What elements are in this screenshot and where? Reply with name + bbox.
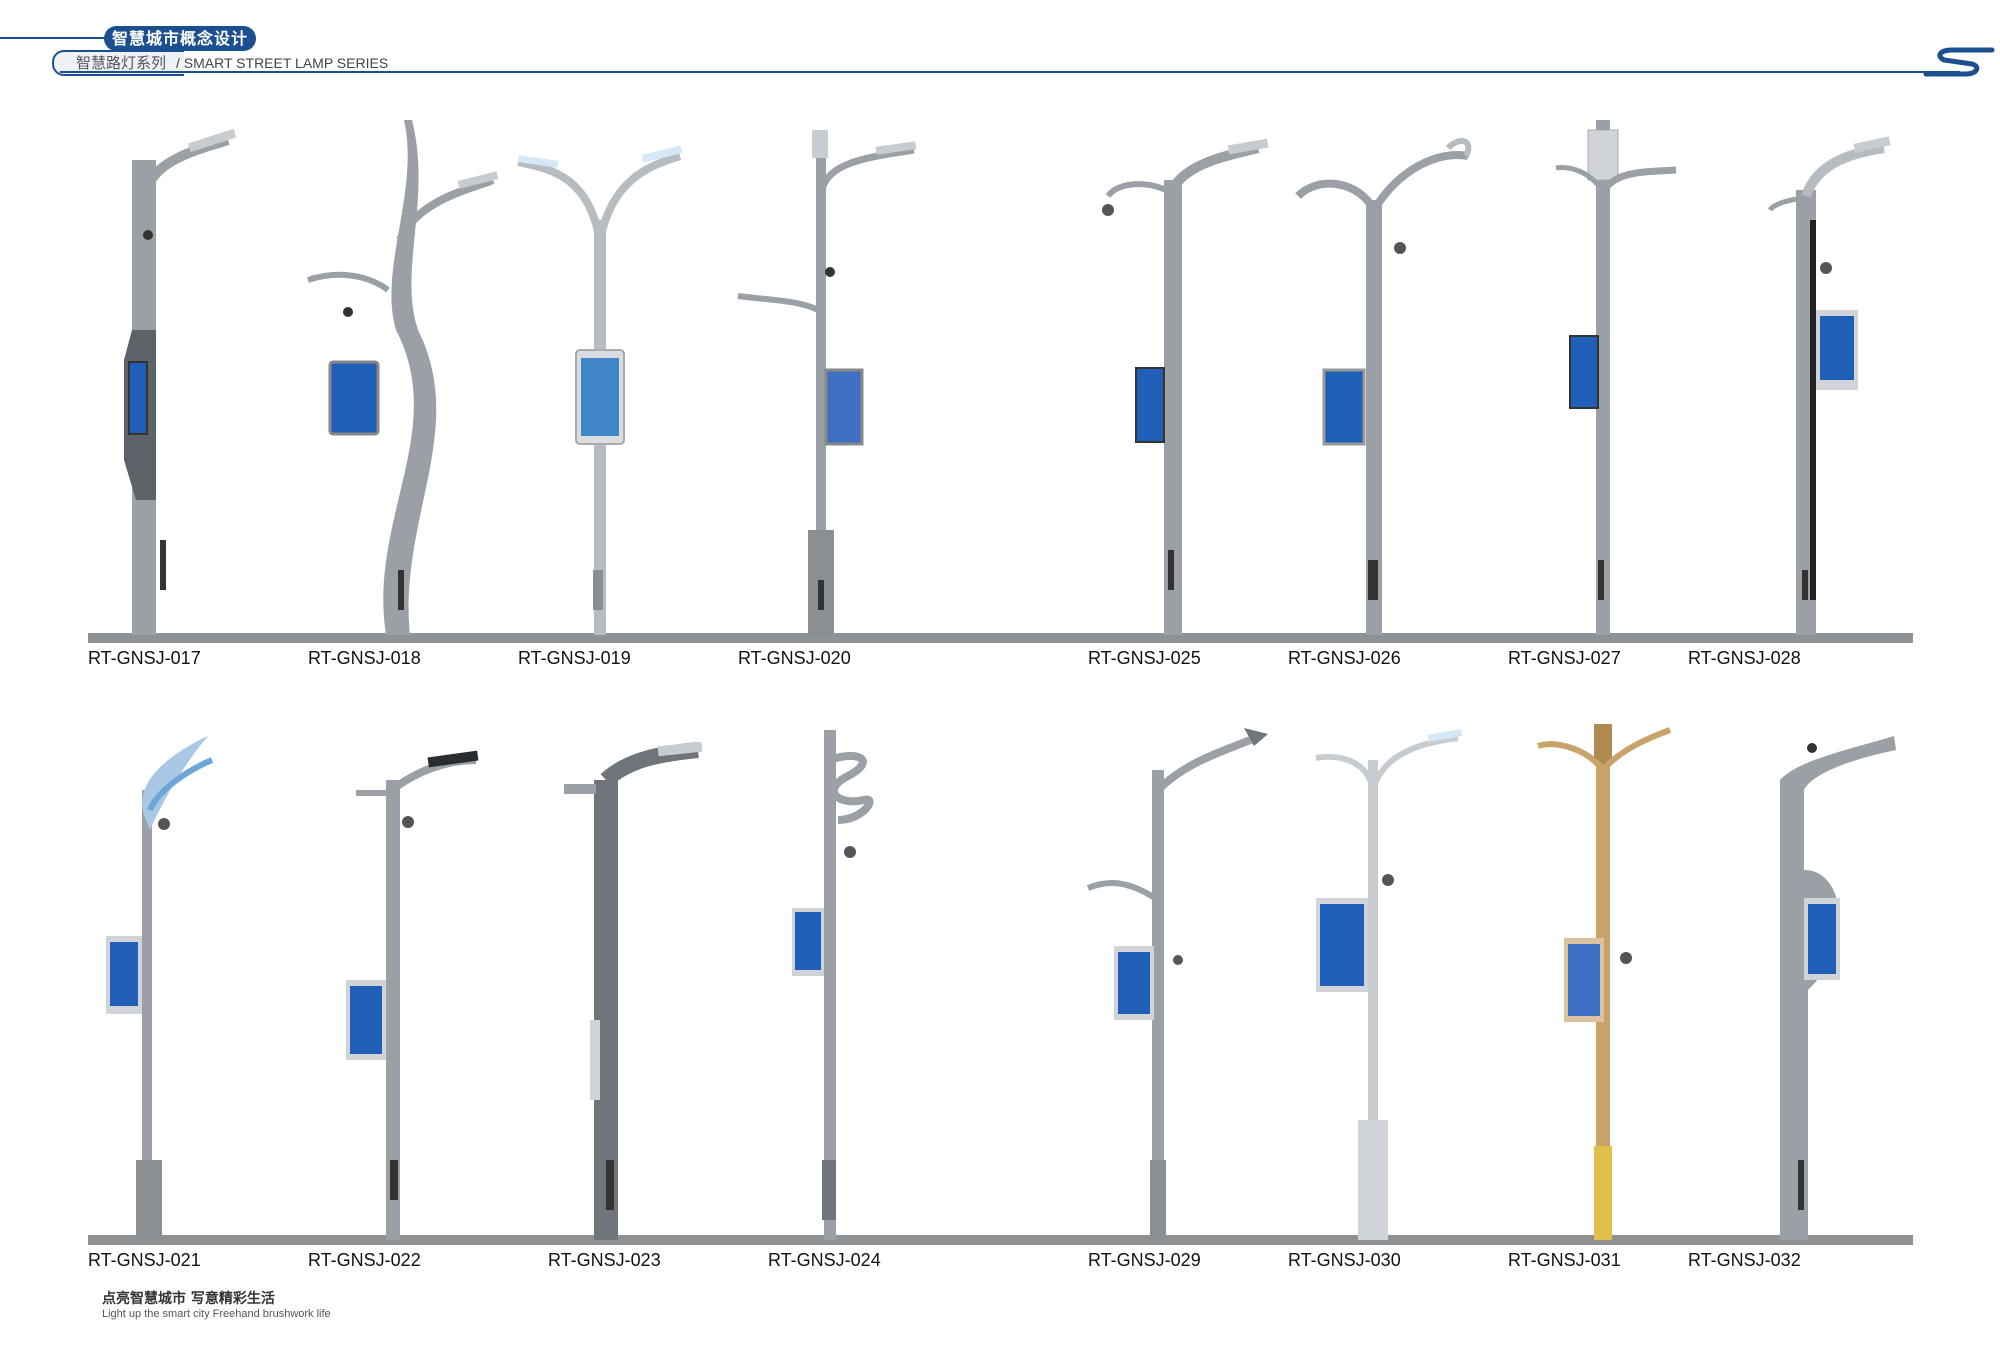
header-accent-line bbox=[0, 37, 110, 39]
lamp-card-021[interactable]: RT-GNSJ-021 bbox=[88, 720, 288, 1280]
street-lamp-illustration bbox=[1315, 729, 1463, 1240]
footer-slogan-cn: 点亮智慧城市 写意精彩生活 bbox=[102, 1291, 275, 1307]
model-label: RT-GNSJ-017 bbox=[88, 648, 201, 668]
lamp-card-017[interactable]: RT-GNSJ-017 bbox=[88, 100, 288, 680]
street-lamp-illustration bbox=[1537, 724, 1672, 1240]
model-label: RT-GNSJ-029 bbox=[1088, 1250, 1201, 1270]
lamp-card-019[interactable]: RT-GNSJ-019 bbox=[517, 100, 718, 680]
model-label: RT-GNSJ-027 bbox=[1508, 648, 1621, 668]
street-lamp-illustration bbox=[737, 130, 917, 635]
cctv-camera-icon bbox=[825, 267, 835, 277]
street-lamp-illustration bbox=[792, 730, 874, 1240]
street-lamp-illustration bbox=[1555, 120, 1677, 635]
cctv-camera-icon bbox=[1173, 955, 1183, 965]
street-lamp-illustration bbox=[517, 145, 683, 635]
lamp-card-026[interactable]: RT-GNSJ-026 bbox=[1288, 100, 1488, 680]
cctv-camera-icon bbox=[343, 307, 353, 317]
street-lamp-illustration bbox=[1780, 736, 1896, 1240]
lamp-card-028[interactable]: RT-GNSJ-028 bbox=[1688, 100, 1891, 680]
street-lamp-illustration bbox=[1295, 138, 1472, 635]
header-subtitle: 智慧路灯系列 / SMART STREET LAMP SERIES bbox=[76, 52, 388, 73]
lamp-card-032[interactable]: RT-GNSJ-032 bbox=[1688, 720, 1896, 1280]
street-lamp-illustration bbox=[346, 750, 479, 1240]
brand-s-logo-icon bbox=[1923, 47, 1995, 77]
model-label: RT-GNSJ-022 bbox=[308, 1250, 421, 1270]
city-screen bbox=[824, 368, 864, 446]
city-screen bbox=[581, 358, 619, 436]
city-screen bbox=[1568, 944, 1600, 1016]
model-label: RT-GNSJ-020 bbox=[738, 648, 851, 668]
lamp-card-030[interactable]: RT-GNSJ-030 bbox=[1288, 720, 1488, 1280]
model-label: RT-GNSJ-030 bbox=[1288, 1250, 1401, 1270]
lamp-card-018[interactable]: RT-GNSJ-018 bbox=[307, 100, 508, 680]
street-lamp-illustration bbox=[106, 736, 214, 1240]
model-label: RT-GNSJ-021 bbox=[88, 1250, 201, 1270]
header-rule bbox=[60, 71, 1960, 73]
cctv-camera-icon bbox=[1102, 204, 1114, 216]
model-label: RT-GNSJ-028 bbox=[1688, 648, 1801, 668]
street-lamp-illustration bbox=[1767, 136, 1891, 635]
lamp-row-2: RT-GNSJ-021 RT-GNSJ-022 RT-GNSJ-023 RT-G… bbox=[88, 720, 1913, 1280]
cctv-camera-icon bbox=[1820, 262, 1832, 274]
cctv-camera-icon bbox=[1394, 242, 1406, 254]
street-lamp-illustration bbox=[124, 128, 237, 635]
cctv-camera-icon bbox=[1382, 874, 1394, 886]
model-label: RT-GNSJ-026 bbox=[1288, 648, 1401, 668]
lamp-card-025[interactable]: RT-GNSJ-025 bbox=[1088, 100, 1288, 680]
street-lamp-illustration bbox=[1102, 138, 1269, 635]
lamp-row-1: RT-GNSJ-017 RT-GNSJ-018 RT-GNSJ-019 RT-G… bbox=[88, 100, 1913, 680]
model-label: RT-GNSJ-018 bbox=[308, 648, 421, 668]
cctv-camera-icon bbox=[158, 818, 170, 830]
cctv-camera-icon bbox=[402, 816, 414, 828]
model-label: RT-GNSJ-023 bbox=[548, 1250, 661, 1270]
lamp-card-031[interactable]: RT-GNSJ-031 bbox=[1508, 720, 1708, 1280]
lamp-card-024[interactable]: RT-GNSJ-024 bbox=[768, 720, 968, 1280]
street-lamp-illustration bbox=[564, 741, 703, 1240]
street-lamp-illustration bbox=[307, 120, 499, 635]
model-label: RT-GNSJ-031 bbox=[1508, 1250, 1621, 1270]
model-label: RT-GNSJ-032 bbox=[1688, 1250, 1801, 1270]
cctv-camera-icon bbox=[844, 846, 856, 858]
lamp-card-022[interactable]: RT-GNSJ-022 bbox=[308, 720, 508, 1280]
subtitle-cn: 智慧路灯系列 bbox=[76, 54, 167, 72]
cctv-camera-icon bbox=[1620, 952, 1632, 964]
footer-slogan-en: Light up the smart city Freehand brushwo… bbox=[102, 1308, 331, 1320]
lamp-card-029[interactable]: RT-GNSJ-029 bbox=[1086, 720, 1288, 1280]
lamp-card-027[interactable]: RT-GNSJ-027 bbox=[1508, 100, 1708, 680]
cctv-camera-icon bbox=[143, 230, 153, 240]
subtitle-en: / SMART STREET LAMP SERIES bbox=[176, 55, 389, 71]
cctv-camera-icon bbox=[1807, 743, 1817, 753]
lamp-card-020[interactable]: RT-GNSJ-020 bbox=[737, 100, 938, 680]
model-label: RT-GNSJ-025 bbox=[1088, 648, 1201, 668]
header-badge: 智慧城市概念设计 bbox=[104, 26, 256, 51]
model-label: RT-GNSJ-024 bbox=[768, 1250, 881, 1270]
model-label: RT-GNSJ-019 bbox=[518, 648, 631, 668]
lamp-card-023[interactable]: RT-GNSJ-023 bbox=[548, 720, 748, 1280]
street-lamp-illustration bbox=[1086, 728, 1268, 1240]
